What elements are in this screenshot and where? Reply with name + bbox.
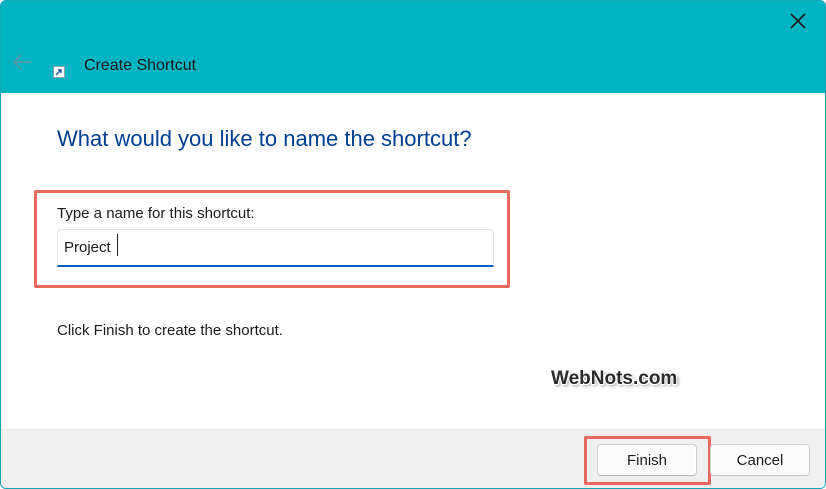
title-bar: Create Shortcut (1, 1, 825, 93)
shortcut-icon (53, 65, 65, 78)
window-title: Create Shortcut (84, 57, 197, 74)
close-button[interactable] (785, 10, 811, 36)
back-arrow-icon (11, 53, 33, 76)
close-icon (789, 12, 807, 35)
text-caret (117, 234, 118, 256)
back-button[interactable] (9, 53, 35, 75)
finish-button[interactable]: Finish (597, 444, 697, 476)
watermark: WebNots.com (551, 368, 678, 389)
cancel-button[interactable]: Cancel (710, 444, 810, 476)
name-field-label: Type a name for this shortcut: (57, 205, 255, 222)
finish-hint: Click Finish to create the shortcut. (57, 322, 283, 339)
shortcut-name-input[interactable] (57, 229, 494, 267)
create-shortcut-dialog: Create Shortcut What would you like to n… (0, 0, 826, 489)
page-heading: What would you like to name the shortcut… (57, 126, 472, 151)
